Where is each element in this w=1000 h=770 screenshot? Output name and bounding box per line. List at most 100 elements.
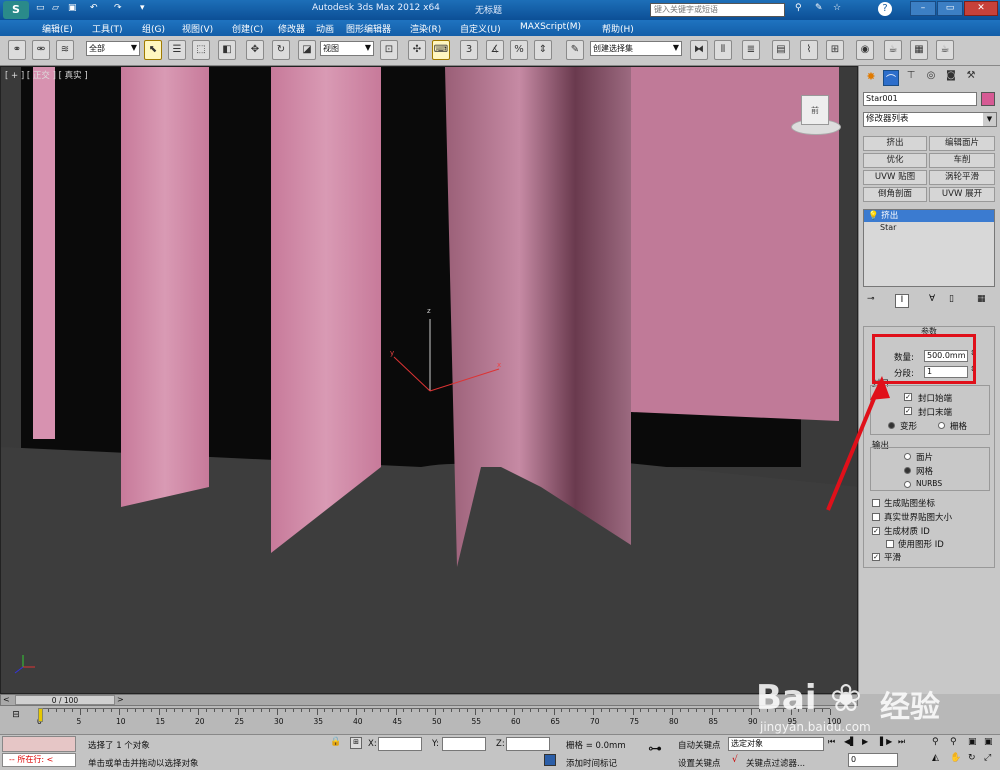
percent-snap-icon[interactable]: % — [510, 40, 528, 60]
current-frame-input[interactable]: 0 — [848, 753, 898, 767]
menu-modifiers[interactable]: 修改器 — [278, 22, 305, 35]
mini-curve-icon[interactable]: ⊟ — [6, 710, 26, 724]
menu-tools[interactable]: 工具(T) — [92, 22, 123, 35]
bind-space-warp-icon[interactable]: ≋ — [56, 40, 74, 60]
key-filters-icon[interactable]: √ — [732, 755, 738, 765]
open-file-icon[interactable]: ▱ — [52, 3, 59, 13]
lightbulb-icon[interactable]: 💡 — [868, 211, 879, 221]
modifier-btn-bevel-profile[interactable]: 倒角剖面 — [863, 187, 927, 202]
binoculars-icon[interactable]: ⚲ — [795, 3, 802, 13]
pin-stack-icon[interactable]: ⊸ — [867, 294, 875, 304]
utilities-tab-icon[interactable]: ⚒ — [963, 70, 979, 86]
layer-manager-icon[interactable]: ≣ — [742, 40, 760, 60]
modifier-btn-turbosmooth[interactable]: 涡轮平滑 — [929, 170, 995, 185]
time-tag-icon[interactable] — [544, 754, 556, 766]
motion-tab-icon[interactable]: ◎ — [923, 70, 939, 86]
zoom-extents-icon[interactable]: ▣ — [968, 737, 977, 747]
select-and-link-icon[interactable]: ⚭ — [8, 40, 26, 60]
selection-filter-dropdown[interactable]: 全部 ▼ — [86, 41, 140, 56]
time-slider[interactable]: < 0 / 100 > — [0, 694, 858, 706]
maxscript-line[interactable]: -- 所在行: < — [2, 753, 76, 767]
menu-create[interactable]: 创建(C) — [232, 22, 263, 35]
orbit-icon[interactable]: ↻ — [968, 753, 976, 763]
render-setup-icon[interactable]: ☕ — [884, 40, 902, 60]
close-button[interactable]: ✕ — [964, 1, 998, 16]
menu-help[interactable]: 帮助(H) — [602, 22, 634, 35]
key-mode-icon[interactable]: ⊶ — [648, 741, 662, 757]
search-input[interactable]: 键入关键字或短语 — [650, 3, 785, 17]
rectangular-selection-icon[interactable]: ⬚ — [192, 40, 210, 60]
configure-sets-icon[interactable]: ▦ — [977, 294, 986, 304]
modify-tab-icon[interactable]: ⌒ — [883, 70, 899, 86]
current-frame-marker[interactable] — [38, 708, 43, 722]
menu-rendering[interactable]: 渲染(R) — [410, 22, 441, 35]
set-key-button[interactable]: 设置关键点 — [678, 757, 721, 769]
output-nurbs-radio[interactable] — [904, 481, 911, 488]
y-coord-input[interactable] — [442, 737, 486, 751]
menu-animation[interactable]: 动画 — [316, 22, 334, 35]
pan-icon[interactable]: ✋ — [950, 753, 961, 763]
display-tab-icon[interactable]: ◙ — [943, 70, 959, 86]
x-coord-input[interactable] — [378, 737, 422, 751]
select-object-icon[interactable]: ⬉ — [144, 40, 162, 60]
modifier-btn-unwrap-uvw[interactable]: UVW 展开 — [929, 187, 995, 202]
more-icon[interactable]: ▾ — [140, 3, 145, 13]
viewport[interactable]: [ + ] [ 正交 ] [ 真实 ] z x y 前 — [0, 66, 858, 694]
move-icon[interactable]: ✥ — [246, 40, 264, 60]
viewcube-icon[interactable]: 前 — [787, 91, 843, 137]
select-manipulate-icon[interactable]: ✣ — [408, 40, 426, 60]
modifier-btn-edit-patch[interactable]: 编辑面片 — [929, 136, 995, 151]
select-by-name-icon[interactable]: ☰ — [168, 40, 186, 60]
align-icon[interactable]: ⫴ — [714, 40, 732, 60]
scale-icon[interactable]: ◪ — [298, 40, 316, 60]
maximize-button[interactable]: ▭ — [937, 1, 963, 16]
help-icon[interactable]: ? — [878, 2, 892, 16]
modifier-btn-optimize[interactable]: 优化 — [863, 153, 927, 168]
snaps-toggle-icon[interactable]: 3 — [460, 40, 478, 60]
keyboard-shortcut-override-icon[interactable]: ⌨ — [432, 40, 450, 60]
edit-named-selection-icon[interactable]: ✎ — [566, 40, 584, 60]
spinner-snap-icon[interactable]: ⇕ — [534, 40, 552, 60]
add-time-tag[interactable]: 添加时间标记 — [566, 757, 617, 769]
menu-graph-editors[interactable]: 图形编辑器 — [346, 22, 391, 35]
app-logo-icon[interactable]: S — [3, 1, 29, 19]
maximize-viewport-icon[interactable]: ⤢ — [984, 753, 991, 763]
rotate-icon[interactable]: ↻ — [272, 40, 290, 60]
z-coord-input[interactable] — [506, 737, 550, 751]
lock-selection-icon[interactable]: 🔒 — [330, 737, 341, 747]
time-slider-next[interactable]: > — [117, 695, 124, 704]
unlink-icon[interactable]: ⚮ — [32, 40, 50, 60]
menu-customize[interactable]: 自定义(U) — [460, 22, 501, 35]
minimize-button[interactable]: – — [910, 1, 936, 16]
schematic-view-icon[interactable]: ⊞ — [826, 40, 844, 60]
maxscript-listener[interactable] — [2, 736, 76, 752]
menu-edit[interactable]: 编辑(E) — [42, 22, 73, 35]
gen-mat-ids-checkbox[interactable]: ✓ — [872, 527, 880, 535]
menu-maxscript[interactable]: MAXScript(M) — [520, 22, 581, 32]
modifier-list-dropdown[interactable]: 修改器列表 ▼ — [863, 112, 997, 127]
cap-start-checkbox[interactable]: ✓ — [904, 393, 912, 401]
object-name-field[interactable]: Star001 — [863, 92, 977, 106]
stack-item-extrude[interactable]: 💡 挤出 — [864, 210, 994, 222]
smooth-checkbox[interactable]: ✓ — [872, 553, 880, 561]
make-unique-icon[interactable]: ∀ — [929, 294, 935, 304]
modifier-btn-uvw-map[interactable]: UVW 贴图 — [863, 170, 927, 185]
mirror-icon[interactable]: ⧓ — [690, 40, 708, 60]
grid-radio[interactable] — [938, 422, 945, 429]
curve-editor-icon[interactable]: ⌇ — [800, 40, 818, 60]
named-selection-dropdown[interactable]: 创建选择集 ▼ — [590, 41, 682, 56]
angle-snap-icon[interactable]: ∡ — [486, 40, 504, 60]
save-icon[interactable]: ▣ — [68, 3, 77, 13]
rendered-frame-icon[interactable]: ▦ — [910, 40, 928, 60]
object-color-swatch[interactable] — [981, 92, 995, 106]
abs-mode-icon[interactable]: ⊞ — [350, 737, 362, 749]
track-bar[interactable]: 0510152025303540455055606570758085909510… — [37, 708, 841, 732]
star-icon[interactable]: ☆ — [833, 3, 841, 13]
tools-icon[interactable]: ✎ — [815, 3, 823, 13]
show-end-result-icon[interactable]: I — [895, 294, 909, 308]
modifier-btn-lathe[interactable]: 车削 — [929, 153, 995, 168]
viewport-label[interactable]: [ + ] [ 正交 ] [ 真实 ] — [5, 69, 88, 81]
redo-icon[interactable]: ↷ — [114, 3, 122, 13]
fov-icon[interactable]: ◭ — [932, 753, 939, 763]
hierarchy-tab-icon[interactable]: ⊤ — [903, 70, 919, 86]
